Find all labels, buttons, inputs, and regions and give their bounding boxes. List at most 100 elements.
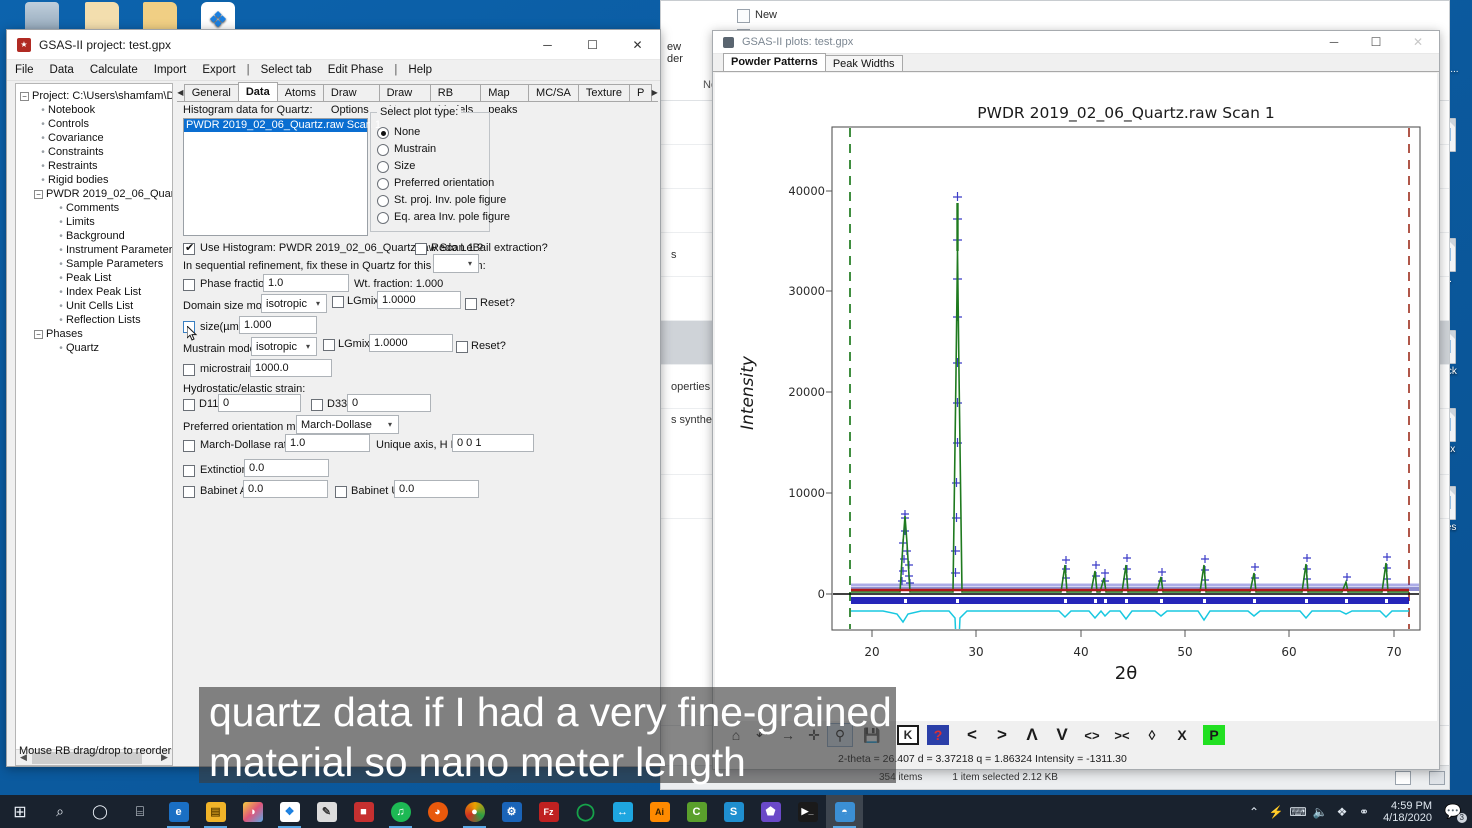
tray-power-icon[interactable]: ⚡: [1265, 805, 1287, 819]
tab-map-peaks[interactable]: Map peaks: [480, 84, 530, 116]
expand-y-icon[interactable]: ◊: [1137, 723, 1167, 747]
taskbar-app-paint[interactable]: ✎: [308, 795, 345, 828]
domain-reset-checkbox[interactable]: [465, 298, 477, 310]
system-tray[interactable]: ⌃ ⚡ ⌨ 🔈 ❖ ⚭ 4:59 PM 4/18/2020 💬 3: [1243, 795, 1472, 828]
plot-toolbar[interactable]: ⌂ ↶ → ✛ ⚲ 💾 K ? < > Λ V <> >< ◊ Χ P: [713, 721, 1439, 749]
close-button[interactable]: ✕: [615, 30, 660, 60]
radio-plot-mustrain[interactable]: [377, 144, 389, 156]
up-icon[interactable]: Λ: [1017, 723, 1047, 747]
expander-icon[interactable]: −: [34, 329, 43, 339]
menu-edit-phase[interactable]: Edit Phase: [320, 64, 392, 76]
taskbar-app-cyan[interactable]: ↔: [604, 795, 641, 828]
tree-item-peak-list[interactable]: • Peak List: [20, 271, 172, 285]
tab-scroll-right-icon[interactable]: ▶: [651, 84, 658, 101]
menu-data[interactable]: Data: [42, 64, 82, 76]
next-icon[interactable]: >: [987, 723, 1017, 747]
taskbar-app-spotify[interactable]: ♫: [382, 795, 419, 828]
tree-item-restraints[interactable]: • Restraints: [20, 159, 172, 173]
tree-item-instrument-parameters[interactable]: • Instrument Parameters: [20, 243, 172, 257]
taskbar-app-filezilla[interactable]: Fz: [530, 795, 567, 828]
babinet-u-checkbox[interactable]: [335, 486, 347, 498]
mustrain-model-combo[interactable]: isotropic ▾: [251, 337, 317, 356]
home-icon[interactable]: ⌂: [723, 723, 749, 747]
tab-powder-patterns[interactable]: Powder Patterns: [723, 53, 826, 71]
down-icon[interactable]: V: [1047, 723, 1077, 747]
tray-expand-icon[interactable]: ⌃: [1243, 805, 1265, 819]
redo-lebail-checkbox[interactable]: [415, 243, 427, 255]
tab-scroll-left-icon[interactable]: ◀: [177, 84, 184, 101]
ribbon-new-folder-label[interactable]: ew der: [667, 41, 683, 65]
taskbar-app-file-explorer[interactable]: ▤: [197, 795, 234, 828]
radio-plot-size[interactable]: [377, 161, 389, 173]
task-view-icon[interactable]: ⌸: [120, 795, 160, 828]
pan-icon[interactable]: ✛: [801, 723, 827, 747]
minimize-button[interactable]: ─: [525, 30, 570, 60]
gsas-menubar[interactable]: File Data Calculate Import Export | Sele…: [7, 60, 660, 81]
use-histogram-checkbox[interactable]: [183, 241, 195, 255]
histogram-list-item-selected[interactable]: PWDR 2019_02_06_Quartz.raw Scan 1: [184, 119, 381, 132]
tab-draw-atoms[interactable]: Draw Atoms: [378, 84, 431, 116]
forward-arrow-icon[interactable]: →: [775, 723, 801, 747]
taskbar-app-blue[interactable]: ⚙: [493, 795, 530, 828]
extinction-input[interactable]: 0.0: [244, 459, 329, 477]
tree-item-covariance[interactable]: • Covariance: [20, 131, 172, 145]
gsas-main-titlebar[interactable]: ★ GSAS-II project: test.gpx ─ ☐ ✕: [7, 30, 660, 60]
tree-item-notebook[interactable]: • Notebook: [20, 103, 172, 117]
contract-y-icon[interactable]: Χ: [1167, 723, 1197, 747]
plots-minimize-button[interactable]: ─: [1313, 31, 1355, 54]
details-view-icon[interactable]: [1395, 770, 1411, 785]
tab-peak-widths[interactable]: Peak Widths: [824, 55, 903, 71]
taskbar-app-terminal[interactable]: ▶_: [789, 795, 826, 828]
expander-icon[interactable]: −: [34, 189, 43, 199]
mustrain-reset-checkbox[interactable]: [456, 341, 468, 353]
tab-general[interactable]: General: [183, 84, 239, 101]
taskbar-app-firefox[interactable]: ◕: [419, 795, 456, 828]
tree-item-constraints[interactable]: • Constraints: [20, 145, 172, 159]
tree-item-reflection-lists[interactable]: • Reflection Lists: [20, 313, 172, 327]
menu-select-tab[interactable]: Select tab: [253, 64, 320, 76]
tab-mc-sa[interactable]: MC/SA: [528, 84, 579, 101]
search-icon[interactable]: ⌕: [40, 795, 80, 828]
tab-rb-models[interactable]: RB Models: [429, 84, 482, 116]
project-tree[interactable]: − Project: C:\Users\shamfam\Desl • Noteboo…: [15, 83, 173, 766]
march-dollase-ratio-input[interactable]: 1.0: [285, 434, 370, 452]
zoom-icon[interactable]: ⚲: [827, 723, 853, 747]
tree-item-quartz[interactable]: • Quartz: [20, 341, 172, 355]
ribbon-new-item-label[interactable]: New: [755, 9, 777, 21]
taskbar-app-illustrator[interactable]: Ai: [641, 795, 678, 828]
sequential-refinement-combo[interactable]: ▾: [433, 254, 479, 273]
unique-axis-input[interactable]: 0 0 1: [452, 434, 534, 452]
tree-item-rigid-bodies[interactable]: • Rigid bodies: [20, 173, 172, 187]
tab-p-partial[interactable]: P: [628, 84, 653, 101]
d11-input[interactable]: 0: [218, 394, 301, 412]
cortana-icon[interactable]: ◯: [80, 795, 120, 828]
menu-import[interactable]: Import: [146, 64, 195, 76]
radio-plot-eq-area-inv-pole-figure[interactable]: [377, 212, 389, 224]
taskbar-app-photos[interactable]: ◑: [234, 795, 271, 828]
key-icon[interactable]: K: [897, 725, 919, 745]
phase-fraction-checkbox[interactable]: [183, 279, 195, 291]
tab-atoms[interactable]: Atoms: [276, 84, 324, 101]
menu-file[interactable]: File: [7, 64, 42, 76]
publish-icon[interactable]: P: [1203, 725, 1225, 745]
d33-checkbox[interactable]: [311, 399, 323, 411]
gsas-plots-window[interactable]: GSAS-II plots: test.gpx ─ ☐ ✕ Powder Pat…: [712, 30, 1440, 770]
menu-export[interactable]: Export: [194, 64, 243, 76]
microstrain-input[interactable]: 1000.0: [250, 359, 332, 377]
tray-volume-icon[interactable]: 🔈: [1309, 805, 1331, 819]
taskbar-app-purple[interactable]: ⬟: [752, 795, 789, 828]
windows-taskbar[interactable]: ⊞ ⌕ ◯ ⌸ e ▤ ◑ ❖ ✎ ■ ♫ ◕ ● ⚙ Fz ◯ ↔ Ai C …: [0, 795, 1472, 828]
march-dollase-ratio-checkbox[interactable]: [183, 440, 195, 452]
babinet-a-input[interactable]: 0.0: [243, 480, 328, 498]
phase-fraction-input[interactable]: 1.0: [263, 274, 349, 292]
tree-item-pwdr-histogram[interactable]: −PWDR 2019_02_06_Quartz.rav: [20, 187, 172, 201]
taskbar-app-s[interactable]: S: [715, 795, 752, 828]
taskbar-app-gsas[interactable]: ◓: [826, 795, 863, 828]
tree-item-comments[interactable]: • Comments: [20, 201, 172, 215]
domain-size-model-combo[interactable]: isotropic ▾: [261, 294, 327, 313]
menu-calculate[interactable]: Calculate: [82, 64, 146, 76]
plots-close-button[interactable]: ✕: [1397, 31, 1439, 54]
mustrain-lgmix-input[interactable]: 1.0000: [369, 334, 453, 352]
tree-item-project[interactable]: − Project: C:\Users\shamfam\Desl: [20, 89, 172, 103]
d11-checkbox[interactable]: [183, 399, 195, 411]
